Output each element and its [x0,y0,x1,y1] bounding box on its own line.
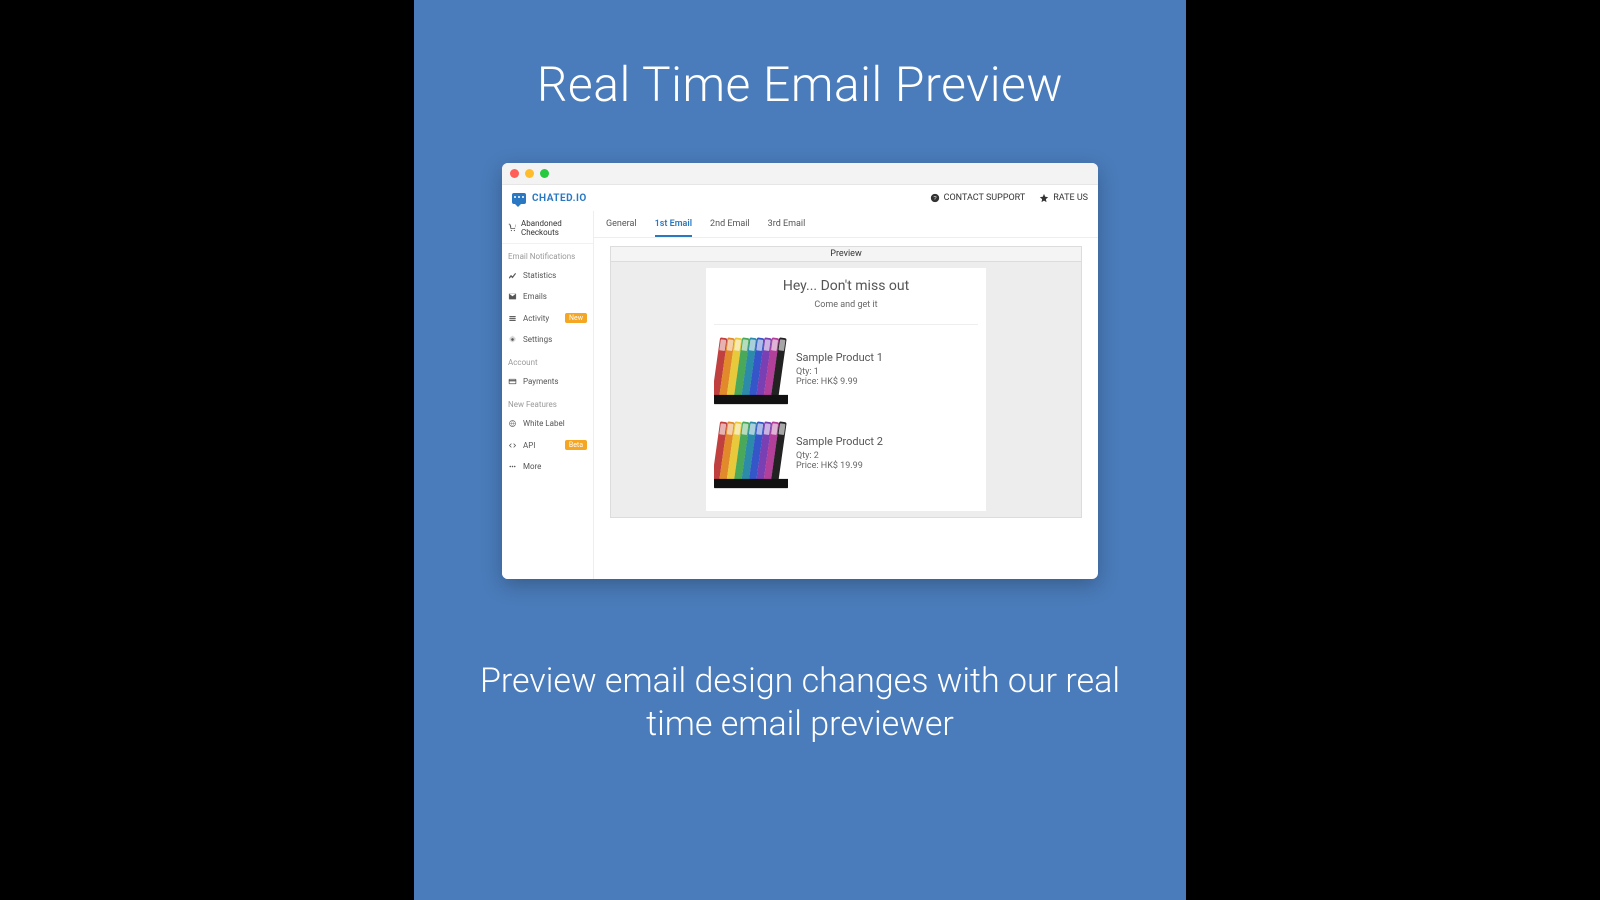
sidebar-item-emails[interactable]: Emails [502,286,593,307]
subhead-wrap: Preview email design changes with our re… [414,620,1186,745]
product-row: Sample Product 1 Qty: 1Price: HK$ 9.99 [714,333,978,405]
window-titlebar [502,163,1098,185]
sidebar-item-statistics[interactable]: Statistics [502,265,593,286]
email-headline: Hey... Don't miss out [714,278,978,294]
brand[interactable]: CHATED.IO [512,193,587,204]
sidebar-item-more[interactable]: More [502,456,593,477]
brand-name: CHATED.IO [532,193,587,204]
tab-general[interactable]: General [606,219,637,237]
chart-icon [508,271,517,280]
tabs: General 1st Email 2nd Email 3rd Email [594,211,1098,238]
sidebar-top-item[interactable]: Abandoned Checkouts [502,213,593,244]
email-subhead: Come and get it [714,300,978,310]
sidebar-section-title: Email Notifications [502,244,593,265]
app-topbar: CHATED.IO ? CONTACT SUPPORT RATE US [502,185,1098,211]
content-area: Preview Hey... Don't miss out Come and g… [594,238,1098,526]
browser-window: CHATED.IO ? CONTACT SUPPORT RATE US [502,163,1098,579]
tab-1st-email[interactable]: 1st Email [655,219,692,237]
sidebar-item-label: Activity [523,314,559,323]
product-row: Sample Product 2 Qty: 2Price: HK$ 19.99 [714,417,978,489]
sidebar-section-title: Account [502,350,593,371]
tab-2nd-email[interactable]: 2nd Email [710,219,750,237]
contact-support-link[interactable]: ? CONTACT SUPPORT [930,193,1026,203]
sidebar-item-white-label[interactable]: White Label [502,413,593,434]
product-name: Sample Product 2 [796,435,883,448]
email-preview: Hey... Don't miss out Come and get it Sa… [706,268,986,511]
marketing-card: Real Time Email Preview CHATED.IO ? [414,0,1186,900]
sidebar: Abandoned Checkouts Email Notifications S… [502,211,594,579]
sidebar-top-label: Abandoned Checkouts [521,219,587,237]
preview-body: Hey... Don't miss out Come and get it Sa… [611,262,1081,517]
sidebar-item-label: API [523,441,559,450]
preview-panel: Preview Hey... Don't miss out Come and g… [610,246,1082,518]
sidebar-section-title: New Features [502,392,593,413]
close-window-icon[interactable] [510,169,519,178]
product-price: Price: HK$ 9.99 [796,377,883,387]
gear-icon [508,335,517,344]
product-thumbnail [714,417,788,489]
product-thumbnail [714,333,788,405]
contact-support-label: CONTACT SUPPORT [944,193,1026,203]
headline: Real Time Email Preview [414,56,1186,113]
product-name: Sample Product 1 [796,351,883,364]
brand-chat-icon [512,193,526,204]
sidebar-item-label: Payments [523,377,587,386]
sidebar-item-settings[interactable]: Settings [502,329,593,350]
tab-3rd-email[interactable]: 3rd Email [768,219,806,237]
rate-us-label: RATE US [1053,193,1088,203]
help-icon: ? [930,193,940,203]
code-icon [508,441,517,450]
sidebar-item-label: Settings [523,335,587,344]
mail-icon [508,292,517,301]
product-info: Sample Product 1 Qty: 1Price: HK$ 9.99 [796,333,883,405]
card-icon [508,377,517,386]
sidebar-item-payments[interactable]: Payments [502,371,593,392]
subhead: Preview email design changes with our re… [474,660,1126,745]
product-info: Sample Product 2 Qty: 2Price: HK$ 19.99 [796,417,883,489]
sidebar-item-label: Emails [523,292,587,301]
sidebar-item-label: More [523,462,587,471]
minimize-window-icon[interactable] [525,169,534,178]
divider [714,324,978,325]
stage: Real Time Email Preview CHATED.IO ? [0,0,1600,900]
sidebar-item-label: Statistics [523,271,587,280]
rate-us-link[interactable]: RATE US [1039,193,1088,203]
topbar-actions: ? CONTACT SUPPORT RATE US [930,193,1088,203]
star-icon [1039,193,1049,203]
list-icon [508,314,517,323]
globe-icon [508,419,517,428]
sidebar-item-label: White Label [523,419,587,428]
product-qty: Qty: 1 [796,367,883,377]
product-price: Price: HK$ 19.99 [796,461,883,471]
sidebar-item-api[interactable]: API Beta [502,434,593,456]
dots-icon [508,462,517,471]
badge: Beta [565,440,587,450]
preview-panel-title: Preview [611,247,1081,262]
cart-icon [508,223,517,234]
badge: New [565,313,587,323]
sidebar-item-activity[interactable]: Activity New [502,307,593,329]
main-content: General 1st Email 2nd Email 3rd Email Previ… [594,211,1098,579]
app-body: Abandoned Checkouts Email Notifications S… [502,211,1098,579]
zoom-window-icon[interactable] [540,169,549,178]
product-qty: Qty: 2 [796,451,883,461]
